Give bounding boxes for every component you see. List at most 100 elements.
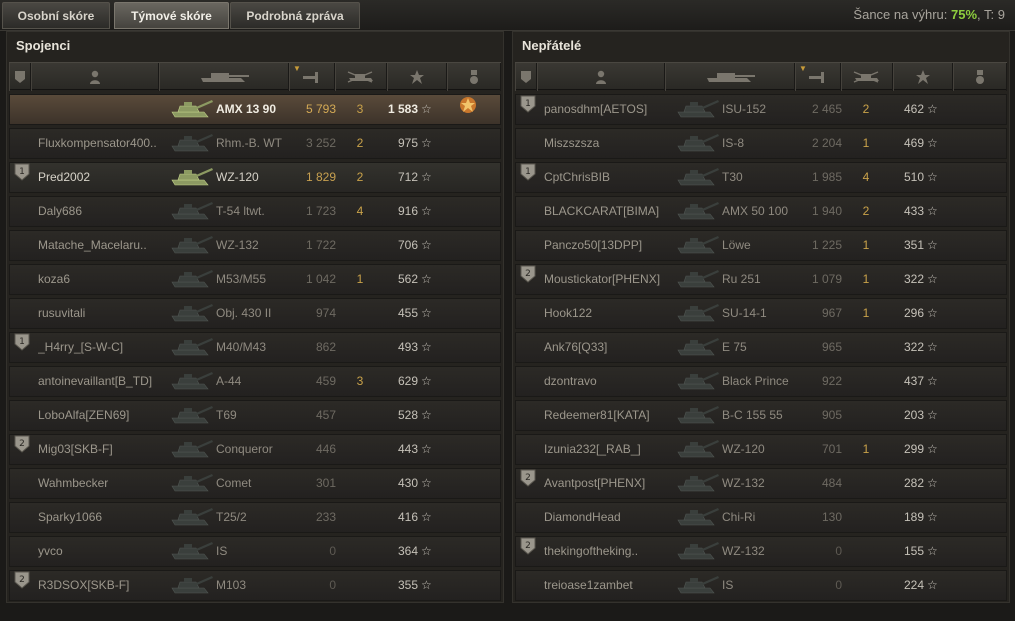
player-name: Pred2002 <box>38 170 91 184</box>
damage-sort-icon[interactable]: ▼ <box>795 63 841 91</box>
xp-sort-icon[interactable] <box>387 63 447 91</box>
table-row[interactable]: 1 Pred2002 WZ-120 1 829 2 712 ☆ <box>9 162 501 193</box>
platoon-badge-icon: 2 <box>520 469 538 498</box>
award-slot <box>458 231 478 260</box>
tank-icon <box>170 265 214 294</box>
table-row[interactable]: BLACKCARAT[BIMA] AMX 50 100 1 940 2 433 ☆ <box>515 196 1007 227</box>
award-slot <box>964 537 984 566</box>
tank-icon <box>676 265 720 294</box>
table-row[interactable]: Ank76[Q33] E 75 965 322 ☆ <box>515 332 1007 363</box>
kills-value <box>350 435 370 464</box>
platoon-badge-icon: 1 <box>14 163 32 192</box>
table-row[interactable]: 2 Moustickator[PHENX] Ru 251 1 079 1 322 ☆ <box>515 264 1007 295</box>
table-row[interactable]: Panczo50[13DPP] Löwe 1 225 1 351 ☆ <box>515 230 1007 261</box>
table-row[interactable]: Redeemer81[KATA] B-C 155 55 905 203 ☆ <box>515 400 1007 431</box>
platoon-sort-icon[interactable] <box>515 63 537 91</box>
player-name: Sparky1066 <box>38 510 103 524</box>
xp-value: 469 <box>903 136 924 150</box>
award-slot <box>458 367 478 396</box>
platoon-badge-icon: 1 <box>14 333 32 362</box>
table-row[interactable]: koza6 M53/M55 1 042 1 562 ☆ <box>9 264 501 295</box>
tab-detailed-report[interactable]: Podrobná zpráva <box>230 2 360 29</box>
table-row[interactable]: DiamondHead Chi-Ri 130 189 ☆ <box>515 502 1007 533</box>
table-row[interactable]: Hook122 SU-14-1 967 1 296 ☆ <box>515 298 1007 329</box>
sort-arrow-icon: ▼ <box>293 64 301 73</box>
table-row[interactable]: 2 thekingoftheking.. WZ-132 0 155 ☆ <box>515 536 1007 567</box>
xp-star-icon: ☆ <box>421 510 432 524</box>
tab-personal-score[interactable]: Osobní skóre <box>2 2 110 29</box>
table-row[interactable]: antoinevaillant[B_TD] A-44 459 3 629 ☆ <box>9 366 501 397</box>
kills-value: 2 <box>862 204 870 218</box>
table-row[interactable]: LoboAlfa[ZEN69] T69 457 528 ☆ <box>9 400 501 431</box>
tank-icon <box>170 299 214 328</box>
xp-value: 916 <box>397 204 418 218</box>
kills-sort-icon[interactable] <box>335 63 387 91</box>
award-slot <box>964 503 984 532</box>
damage-value: 965 <box>821 340 842 354</box>
player-sort-icon[interactable] <box>537 63 665 91</box>
table-row[interactable]: Fluxkompensator400.. Rhm.-B. WT 3 252 2 975 ☆ <box>9 128 501 159</box>
table-row[interactable]: 1 CptChrisBIB T30 1 985 4 510 ☆ <box>515 162 1007 193</box>
awards-sort-icon[interactable] <box>953 63 1007 91</box>
kills-sort-icon[interactable] <box>841 63 893 91</box>
vehicle-name: WZ-120 <box>722 442 765 456</box>
xp-star-icon: ☆ <box>927 102 938 116</box>
xp-value: 299 <box>903 442 924 456</box>
table-row[interactable]: 2 Mig03[SKB-F] Conqueror 446 443 ☆ <box>9 434 501 465</box>
player-name: thekingoftheking.. <box>544 544 639 558</box>
xp-value: 351 <box>903 238 924 252</box>
xp-star-icon: ☆ <box>421 544 432 558</box>
table-row[interactable]: yvco IS 0 364 ☆ <box>9 536 501 567</box>
xp-star-icon: ☆ <box>421 476 432 490</box>
xp-value: 712 <box>397 170 418 184</box>
damage-value: 2 465 <box>811 102 842 116</box>
player-name: treioase1zambet <box>544 578 633 592</box>
xp-star-icon: ☆ <box>927 340 938 354</box>
xp-value: 416 <box>397 510 418 524</box>
table-row[interactable]: Sparky1066 T25/2 233 416 ☆ <box>9 502 501 533</box>
vehicle-sort-icon[interactable] <box>665 63 795 91</box>
platoon-badge-icon: 2 <box>520 265 538 294</box>
platoon-badge-icon: 2 <box>14 571 32 600</box>
vehicle-name: Black Prince <box>722 374 789 388</box>
platoon-badge-icon <box>14 265 32 294</box>
table-row[interactable]: treioase1zambet IS 0 224 ☆ <box>515 570 1007 601</box>
kills-value <box>350 469 370 498</box>
medal-icon[interactable] <box>458 95 478 124</box>
tab-team-score[interactable]: Týmové skóre <box>114 2 229 29</box>
damage-value: 1 722 <box>305 238 336 252</box>
table-row[interactable]: Matache_Macelaru.. WZ-132 1 722 706 ☆ <box>9 230 501 261</box>
award-slot <box>964 231 984 260</box>
tank-icon <box>676 503 720 532</box>
table-row[interactable]: Miszszsza IS-8 2 204 1 469 ☆ <box>515 128 1007 159</box>
xp-star-icon: ☆ <box>421 306 432 320</box>
vehicle-name: WZ-132 <box>216 238 259 252</box>
player-name: Izunia232[_RAB_] <box>544 442 641 456</box>
allies-panel: Spojenci ▼ AMX 13 90 5 793 3 1 583 ☆ Fluxkomp… <box>6 31 504 603</box>
platoon-sort-icon[interactable] <box>9 63 31 91</box>
table-row[interactable]: 1 panosdhm[AETOS] ISU-152 2 465 2 462 ☆ <box>515 94 1007 125</box>
vehicle-sort-icon[interactable] <box>159 63 289 91</box>
xp-sort-icon[interactable] <box>893 63 953 91</box>
damage-sort-icon[interactable]: ▼ <box>289 63 335 91</box>
kills-value: 1 <box>356 272 364 286</box>
table-row[interactable]: Daly686 T-54 ltwt. 1 723 4 916 ☆ <box>9 196 501 227</box>
svg-text:2: 2 <box>525 269 531 279</box>
tank-icon <box>170 333 214 362</box>
table-row[interactable]: AMX 13 90 5 793 3 1 583 ☆ <box>9 94 501 125</box>
kills-value <box>350 537 370 566</box>
table-row[interactable]: 1 _H4rry_[S-W-C] M40/M43 862 493 ☆ <box>9 332 501 363</box>
table-row[interactable]: Wahmbecker Comet 301 430 ☆ <box>9 468 501 499</box>
table-row[interactable]: 2 Avantpost[PHENX] WZ-132 484 282 ☆ <box>515 468 1007 499</box>
player-name: Panczo50[13DPP] <box>544 238 643 252</box>
table-row[interactable]: dzontravo Black Prince 922 437 ☆ <box>515 366 1007 397</box>
player-sort-icon[interactable] <box>31 63 159 91</box>
award-slot <box>458 265 478 294</box>
xp-value: 322 <box>903 340 924 354</box>
table-row[interactable]: Izunia232[_RAB_] WZ-120 701 1 299 ☆ <box>515 434 1007 465</box>
awards-sort-icon[interactable] <box>447 63 501 91</box>
table-row[interactable]: 2 R3DSOX[SKB-F] M103 0 355 ☆ <box>9 570 501 601</box>
player-name: rusuvitali <box>38 306 86 320</box>
vehicle-name: T30 <box>722 170 743 184</box>
table-row[interactable]: rusuvitali Obj. 430 II 974 455 ☆ <box>9 298 501 329</box>
